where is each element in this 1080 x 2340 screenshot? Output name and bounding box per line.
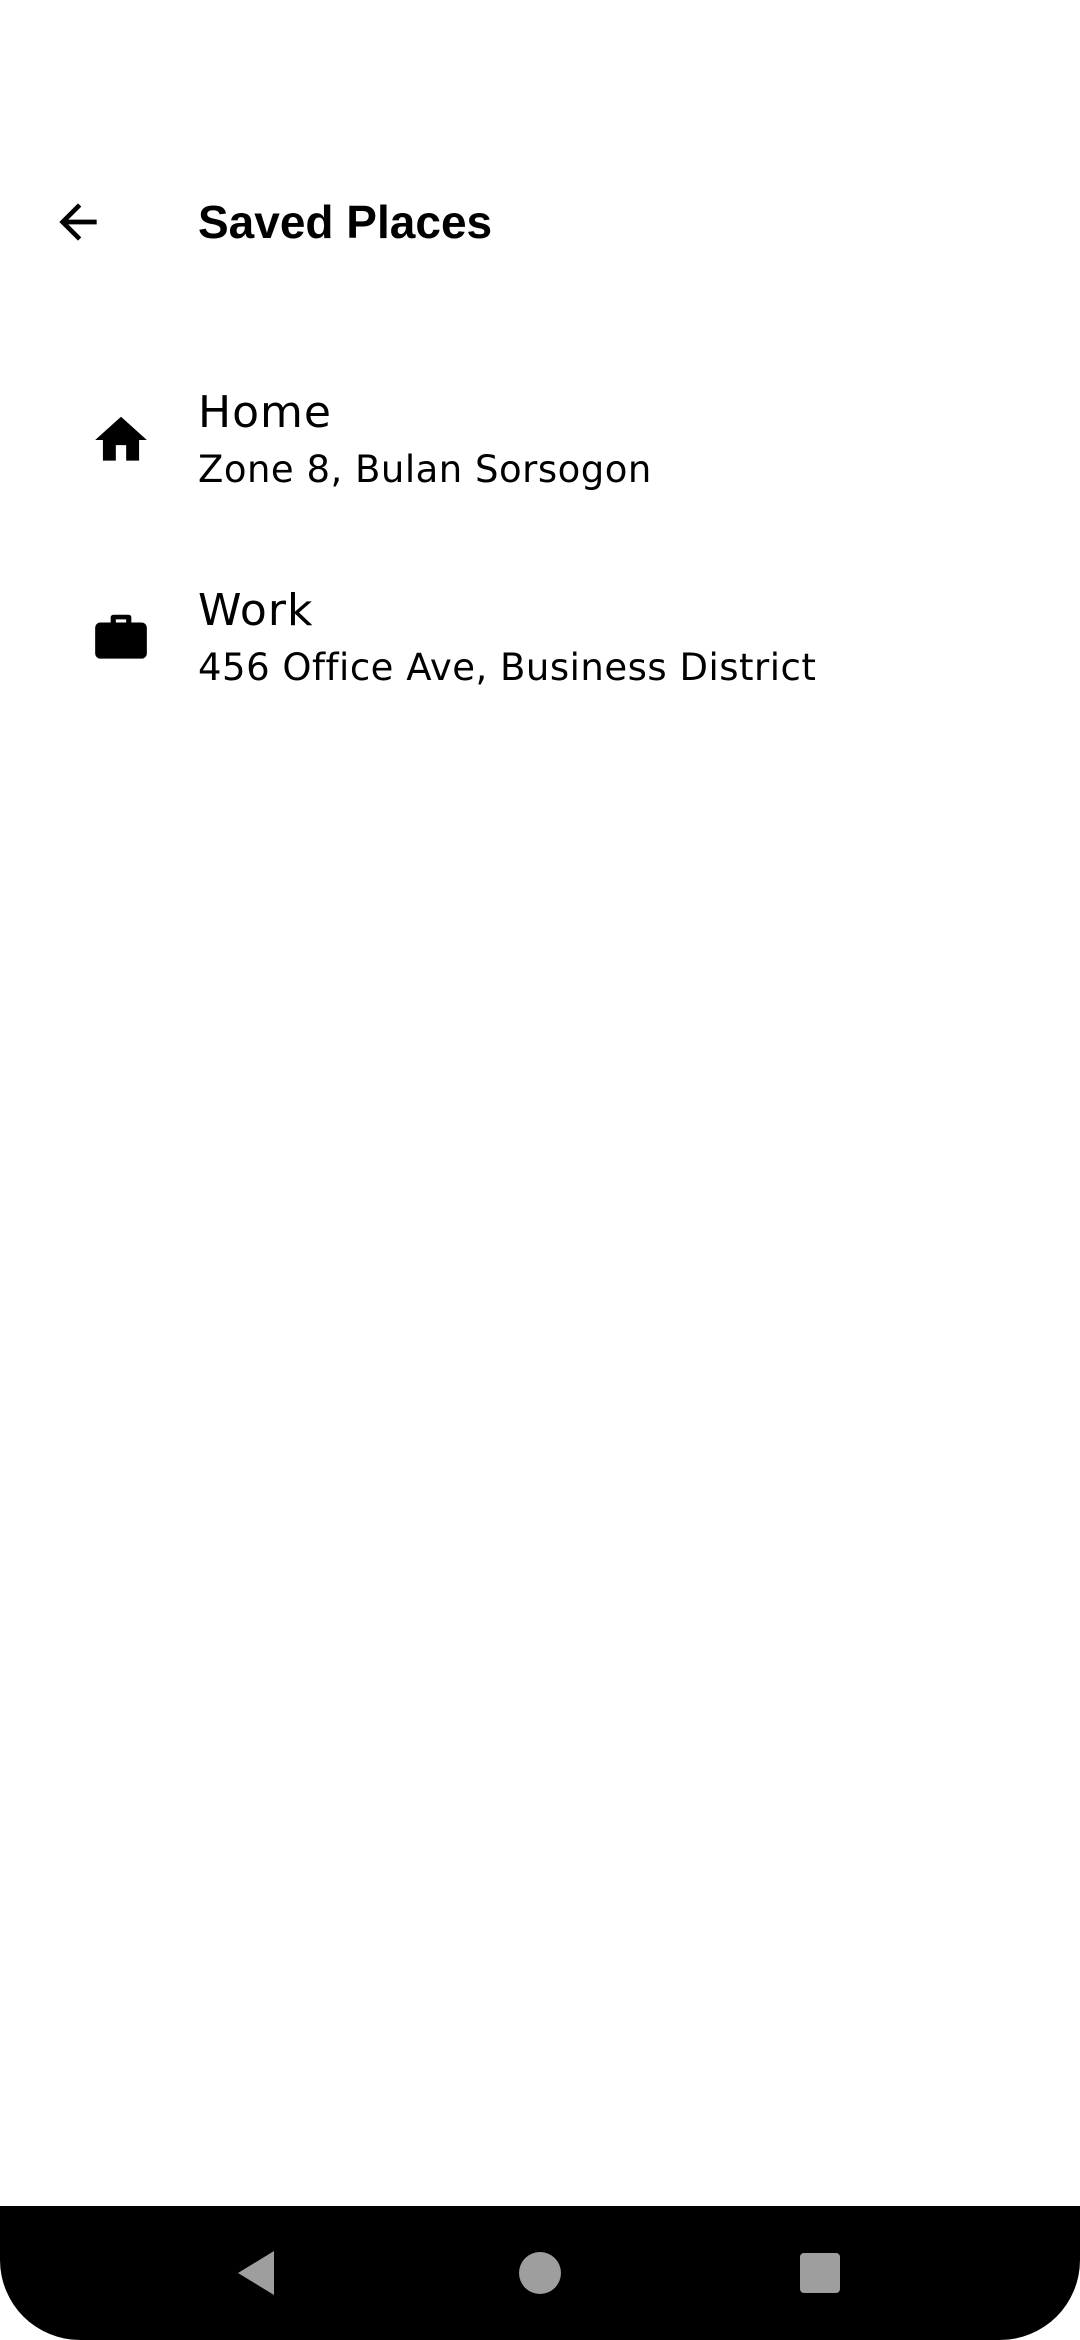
place-name: Home bbox=[198, 387, 332, 438]
briefcase-icon bbox=[86, 568, 156, 708]
saved-places-list: Home Zone 8, Bulan Sorsogon Work 456 Off… bbox=[0, 370, 1080, 766]
nav-home-button[interactable] bbox=[480, 2206, 600, 2340]
place-address: 456 Office Ave, Business District bbox=[198, 646, 817, 689]
system-navigation-bar bbox=[0, 2206, 1080, 2340]
list-item-home[interactable]: Home Zone 8, Bulan Sorsogon bbox=[0, 370, 1080, 568]
nav-recents-square-icon bbox=[800, 2253, 840, 2293]
place-address: Zone 8, Bulan Sorsogon bbox=[198, 448, 652, 491]
app-bar bbox=[0, 168, 1080, 276]
nav-back-triangle-icon bbox=[238, 2251, 274, 2295]
nav-back-button[interactable] bbox=[196, 2206, 316, 2340]
home-icon bbox=[86, 370, 156, 510]
status-bar bbox=[0, 0, 1080, 96]
page-title: Saved Places bbox=[198, 196, 493, 248]
back-button[interactable] bbox=[30, 168, 126, 276]
list-item-work[interactable]: Work 456 Office Ave, Business District bbox=[0, 568, 1080, 766]
nav-home-circle-icon bbox=[519, 2252, 561, 2294]
arrow-back-icon bbox=[59, 203, 97, 241]
place-name: Work bbox=[198, 585, 314, 636]
nav-recents-button[interactable] bbox=[760, 2206, 880, 2340]
